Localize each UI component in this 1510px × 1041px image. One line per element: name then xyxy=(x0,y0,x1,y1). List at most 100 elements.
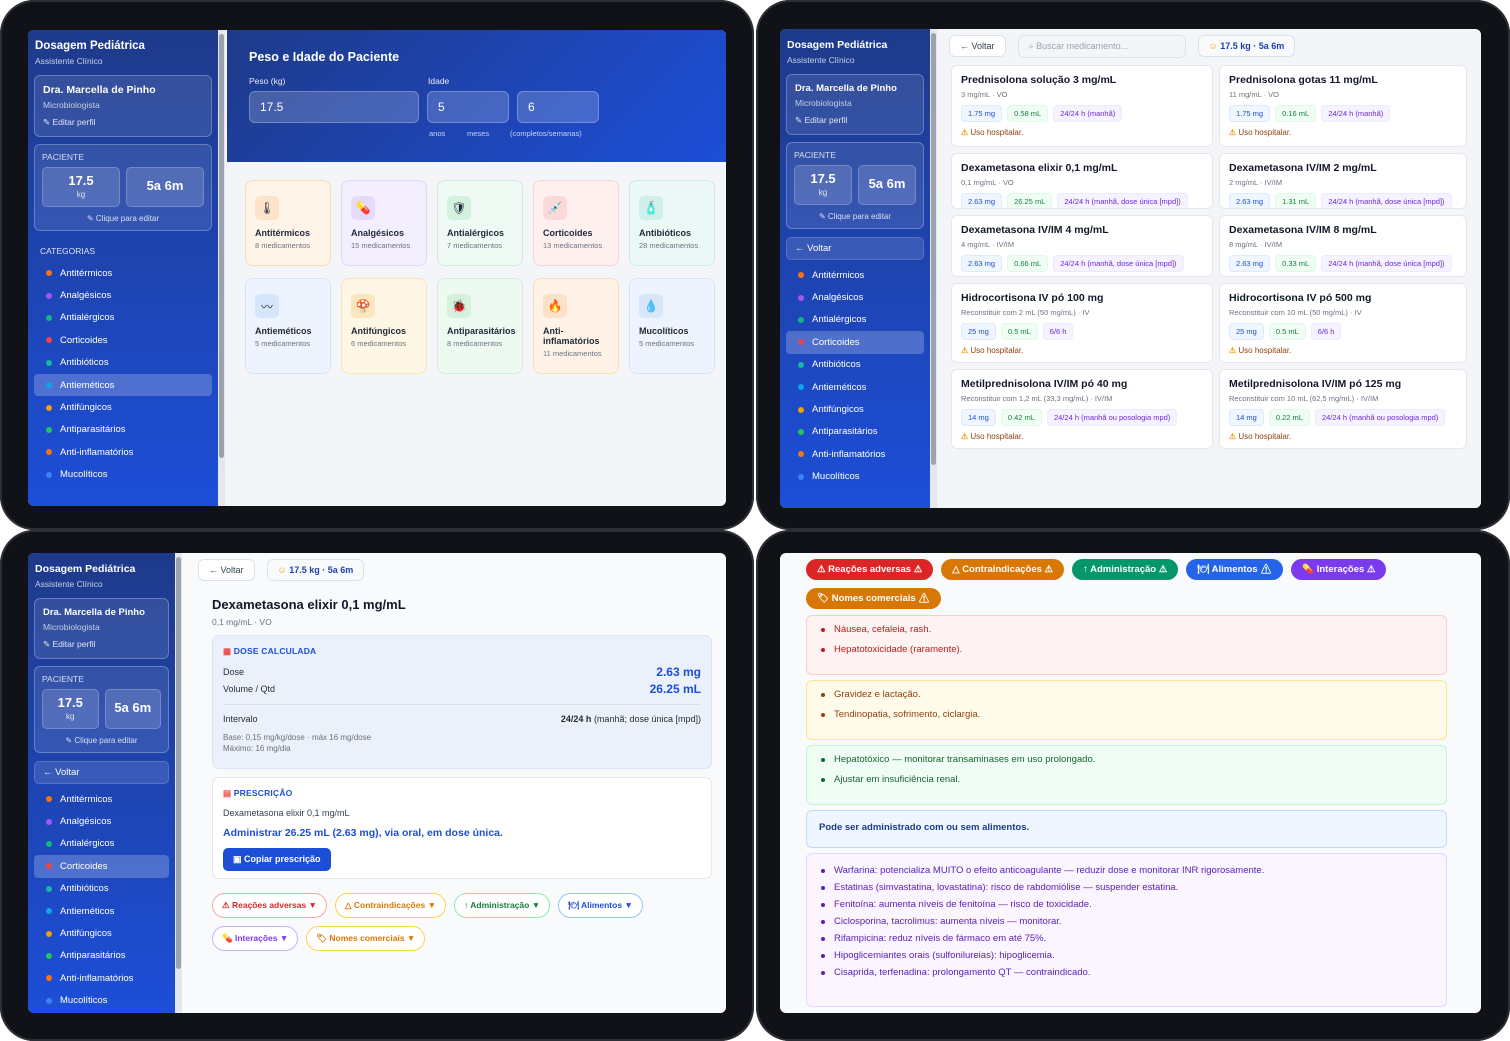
sidebar-item-antifungicos[interactable]: Antifúngicos xyxy=(34,922,169,944)
medication-card[interactable]: Hidrocortisona IV pó 500 mg Reconstituir … xyxy=(1219,283,1467,363)
patient-chip[interactable]: ☺ 17.5 kg · 5a 6m xyxy=(266,559,365,581)
sidebar-item-anti-inflamatorios[interactable]: Anti-inflamatórios xyxy=(34,967,169,989)
category-card-corticoides[interactable]: 💉 Corticoides 13 medicamentos xyxy=(533,180,619,266)
sidebar-scrollbar[interactable] xyxy=(218,30,225,506)
edit-profile-link[interactable]: ✎ Editar perfil xyxy=(43,117,203,128)
scroll-thumb[interactable] xyxy=(931,33,936,465)
category-card-antitermicos[interactable]: 🌡 Antitérmicos 8 medicamentos xyxy=(245,180,331,266)
patient-age-box[interactable]: 5a 6m xyxy=(126,167,204,207)
sidebar-item-antiemeticos[interactable]: Antieméticos xyxy=(786,376,924,398)
tab-nomes-comerciais[interactable]: 🏷 Nomes comerciais ▼ xyxy=(306,926,426,951)
years-input[interactable]: 5 xyxy=(427,91,509,123)
sidebar-item-antiparasitarios[interactable]: Antiparasitários xyxy=(34,945,169,967)
medication-card[interactable]: Hidrocortisona IV pó 100 mg Reconstituir … xyxy=(951,283,1213,363)
sidebar-item-antifungicos[interactable]: Antifúngicos xyxy=(34,396,212,418)
back-button[interactable]: ← Voltar xyxy=(198,559,255,581)
sidebar-item-corticoides[interactable]: Corticoides xyxy=(34,855,169,878)
click-to-edit[interactable]: ✎ Clique para editar xyxy=(42,736,161,745)
category-card-anti-inflamatorios[interactable]: 🔥 Anti-inflamatórios 11 medicamentos xyxy=(533,278,619,374)
sidebar-item-analgesicos[interactable]: Analgésicos xyxy=(34,284,212,306)
patient-weight-box[interactable]: 17.5 kg xyxy=(794,165,852,205)
patient-weight: 17.5 xyxy=(810,171,836,186)
sidebar-item-anti-inflamatorios[interactable]: Anti-inflamatórios xyxy=(786,443,924,465)
weight-input[interactable]: 17.5 xyxy=(249,91,419,123)
category-card-analgesicos[interactable]: 💊 Analgésicos 15 medicamentos xyxy=(341,180,427,266)
sidebar-item-corticoides[interactable]: Corticoides xyxy=(786,331,924,354)
scroll-thumb[interactable] xyxy=(176,557,181,969)
tab-administracao[interactable]: ↑ Administração ⚠ xyxy=(1072,559,1179,580)
sidebar-item-antialergicos[interactable]: Antialérgicos xyxy=(34,833,169,855)
sidebar-item-mucoliticos[interactable]: Mucolíticos xyxy=(34,990,169,1012)
patient-card[interactable]: PACIENTE 17.5 kg 5a 6m ✎ Clique para edit… xyxy=(786,142,924,229)
medication-card[interactable]: Dexametasona elixir 0,1 mg/mL 0,1 mg/mL ·… xyxy=(951,153,1213,209)
sidebar-item-corticoides[interactable]: Corticoides xyxy=(34,329,212,351)
tab-contraindicacoes[interactable]: △ Contraindicações ▼ xyxy=(334,893,446,918)
sidebar-item-antiemeticos[interactable]: Antieméticos xyxy=(34,373,212,397)
scroll-thumb[interactable] xyxy=(219,34,224,458)
sidebar-item-analgesicos[interactable]: Analgésicos xyxy=(786,286,924,308)
medication-card[interactable]: Prednisolona gotas 11 mg/mL 11 mg/mL · VO… xyxy=(1219,65,1467,147)
medication-card[interactable]: Dexametasona IV/IM 8 mg/mL 8 mg/mL · IV/I… xyxy=(1219,215,1467,277)
tab-contraindicacoes[interactable]: △ Contraindicações ⚠ xyxy=(941,559,1065,580)
sidebar-back-button[interactable]: ← Voltar xyxy=(786,237,924,260)
patient-chip[interactable]: ☺ 17.5 kg · 5a 6m xyxy=(1197,35,1296,57)
doctor-card[interactable]: Dra. Marcella de Pinho Microbiologista ✎… xyxy=(34,598,169,659)
sidebar-item-antialergicos[interactable]: Antialérgicos xyxy=(34,307,212,329)
patient-age-box[interactable]: 5a 6m xyxy=(858,165,916,205)
medication-card[interactable]: Metilprednisolona IV/IM pó 125 mg Reconst… xyxy=(1219,369,1467,449)
sidebar-back-button[interactable]: ← Voltar xyxy=(34,761,169,784)
tab-interacoes[interactable]: 💊 Interações ▼ xyxy=(212,926,299,951)
tab-reacoes-adversas[interactable]: ⚠ Reações adversas ⚠ xyxy=(806,559,934,580)
category-dot-icon xyxy=(798,361,804,368)
click-to-edit[interactable]: ✎ Clique para editar xyxy=(794,212,916,221)
medication-card[interactable]: Prednisolona solução 3 mg/mL 3 mg/mL · VO… xyxy=(951,65,1213,147)
doctor-card[interactable]: Dra. Marcella de Pinho Microbiologista ✎… xyxy=(34,75,212,137)
sidebar-item-antitermicos[interactable]: Antitérmicos xyxy=(786,264,924,286)
sidebar-item-antibioticos[interactable]: Antibióticos xyxy=(34,352,212,374)
sidebar-item-antibioticos[interactable]: Antibióticos xyxy=(34,878,169,900)
sidebar-scrollbar[interactable] xyxy=(175,553,182,1013)
category-card-antibioticos[interactable]: 🧴 Antibióticos 28 medicamentos xyxy=(629,180,715,266)
category-card-antialergicos[interactable]: 🛡 Antialérgicos 7 medicamentos xyxy=(437,180,523,266)
doctor-card[interactable]: Dra. Marcella de Pinho Microbiologista ✎… xyxy=(786,74,924,135)
edit-profile-link[interactable]: ✎ Editar perfil xyxy=(795,115,915,126)
sidebar-item-mucoliticos[interactable]: Mucolíticos xyxy=(786,466,924,488)
sidebar-item-antiparasitarios[interactable]: Antiparasitários xyxy=(34,419,212,441)
tab-alimentos[interactable]: 🍽 Alimentos ⚠ xyxy=(1186,559,1284,580)
sidebar-item-anti-inflamatorios[interactable]: Anti-inflamatórios xyxy=(34,441,212,463)
medication-card[interactable]: Dexametasona IV/IM 2 mg/mL 2 mg/mL · IV/I… xyxy=(1219,153,1467,209)
back-button[interactable]: ← Voltar xyxy=(949,35,1006,57)
category-card-antiparasitarios[interactable]: 🐞 Antiparasitários 8 medicamentos xyxy=(437,278,523,374)
patient-card[interactable]: PACIENTE 17.5 kg 5a 6m ✎ Clique para edit… xyxy=(34,666,169,753)
medication-card[interactable]: Dexametasona IV/IM 4 mg/mL 4 mg/mL · IV/I… xyxy=(951,215,1213,277)
copy-prescription-button[interactable]: ▣ Copiar prescrição xyxy=(223,848,331,871)
tab-nomes-comerciais[interactable]: 🏷 Nomes comerciais ⚠ xyxy=(806,588,942,609)
patient-form-title: Peso e Idade do Paciente xyxy=(249,50,400,64)
sidebar-item-antitermicos[interactable]: Antitérmicos xyxy=(34,788,169,810)
sidebar-scrollbar[interactable] xyxy=(930,29,937,508)
tab-alimentos[interactable]: 🍽 Alimentos ▼ xyxy=(558,893,643,918)
click-to-edit[interactable]: ✎ Clique para editar xyxy=(42,214,204,223)
patient-weight-box[interactable]: 17.5 kg xyxy=(42,167,120,207)
edit-profile-link[interactable]: ✎ Editar perfil xyxy=(43,639,160,650)
medication-card[interactable]: Metilprednisolona IV/IM pó 40 mg Reconsti… xyxy=(951,369,1213,449)
sidebar-item-antifungicos[interactable]: Antifúngicos xyxy=(786,398,924,420)
sidebar-item-antitermicos[interactable]: Antitérmicos xyxy=(34,262,212,284)
sidebar-item-antiparasitarios[interactable]: Antiparasitários xyxy=(786,421,924,443)
sidebar-item-antiemeticos[interactable]: Antieméticos xyxy=(34,900,169,922)
months-input[interactable]: 6 xyxy=(517,91,599,123)
category-card-antifungicos[interactable]: 🍄 Antifúngicos 6 medicamentos xyxy=(341,278,427,374)
patient-card[interactable]: PACIENTE 17.5 kg 5a 6m ✎ Clique para edit… xyxy=(34,144,212,231)
search-input[interactable]: ⌕ Buscar medicamento... xyxy=(1017,34,1186,58)
patient-weight-box[interactable]: 17.5 kg xyxy=(42,689,99,729)
patient-age-box[interactable]: 5a 6m xyxy=(104,689,161,729)
sidebar-item-analgesicos[interactable]: Analgésicos xyxy=(34,810,169,832)
tab-reacoes-adversas[interactable]: ⚠ Reações adversas ▼ xyxy=(212,893,327,918)
sidebar-item-mucoliticos[interactable]: Mucolíticos xyxy=(34,464,212,486)
sidebar-item-antibioticos[interactable]: Antibióticos xyxy=(786,354,924,376)
tab-administracao[interactable]: ↑ Administração ▼ xyxy=(453,893,551,918)
category-card-mucoliticos[interactable]: 💧 Mucolíticos 5 medicamentos xyxy=(629,278,715,374)
tab-interacoes[interactable]: 💊 Interações ⚠ xyxy=(1291,559,1387,580)
sidebar-item-antialergicos[interactable]: Antialérgicos xyxy=(786,309,924,331)
category-card-antiemeticos[interactable]: 〰 Antieméticos 5 medicamentos xyxy=(245,278,331,374)
